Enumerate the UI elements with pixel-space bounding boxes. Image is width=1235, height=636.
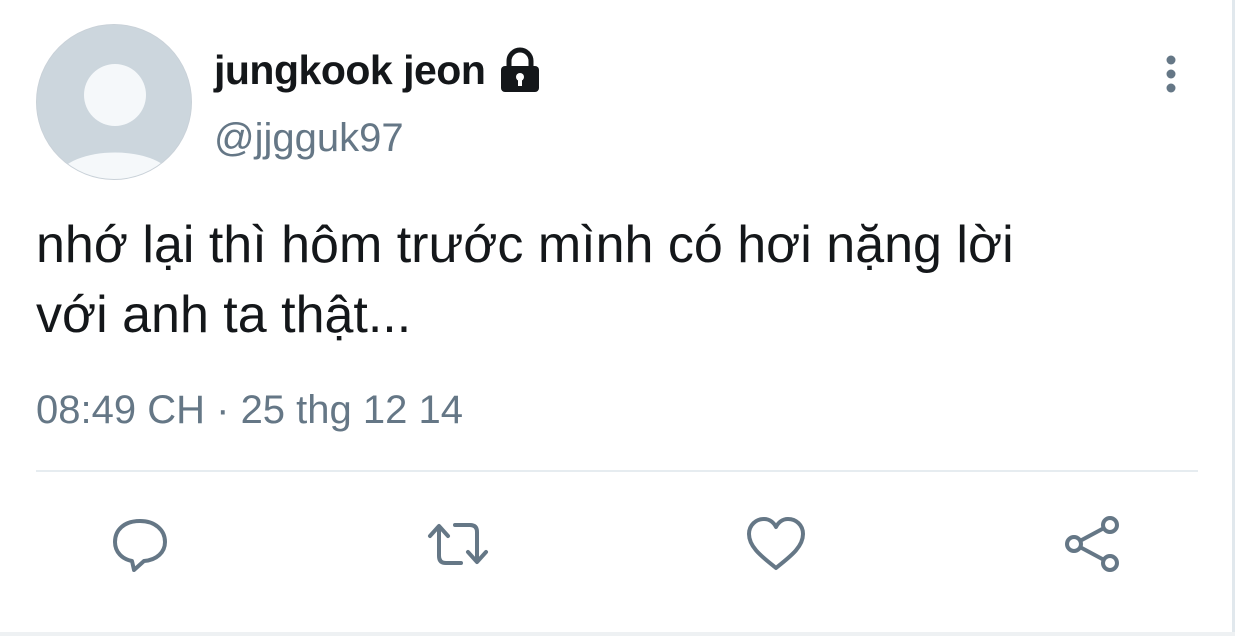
bottom-border [0, 632, 1235, 636]
author-name-row: jungkook jeon [214, 42, 543, 98]
more-options-button[interactable] [1152, 52, 1190, 96]
divider [36, 470, 1198, 472]
tweet-text: nhớ lại thì hôm trước mình có hơi nặng l… [36, 210, 1186, 350]
vertical-dots-icon [1166, 55, 1176, 93]
retweet-button[interactable] [426, 512, 490, 576]
like-button[interactable] [744, 512, 808, 576]
user-handle[interactable]: @jjgguk97 [214, 116, 404, 161]
heart-icon [747, 517, 805, 570]
reply-button[interactable] [108, 512, 172, 576]
tweet-text-line: với anh ta thật... [36, 286, 412, 344]
timestamp-separator: · [216, 388, 230, 432]
tweet-date: 25 thg 12 14 [240, 388, 463, 432]
tweet-text-line: nhớ lại thì hôm trước mình có hơi nặng l… [36, 216, 1014, 274]
tweet-timestamp[interactable]: 08:49 CH · 25 thg 12 14 [36, 388, 463, 433]
display-name[interactable]: jungkook jeon [214, 47, 486, 94]
avatar[interactable] [36, 24, 192, 180]
default-avatar-icon [37, 25, 191, 179]
tweet-time: 08:49 CH [36, 388, 205, 432]
retweet-arrows-icon [428, 523, 488, 565]
speech-bubble-icon [113, 519, 167, 572]
share-nodes-icon [1065, 516, 1119, 572]
share-button[interactable] [1060, 512, 1124, 576]
lock-icon [497, 46, 543, 94]
